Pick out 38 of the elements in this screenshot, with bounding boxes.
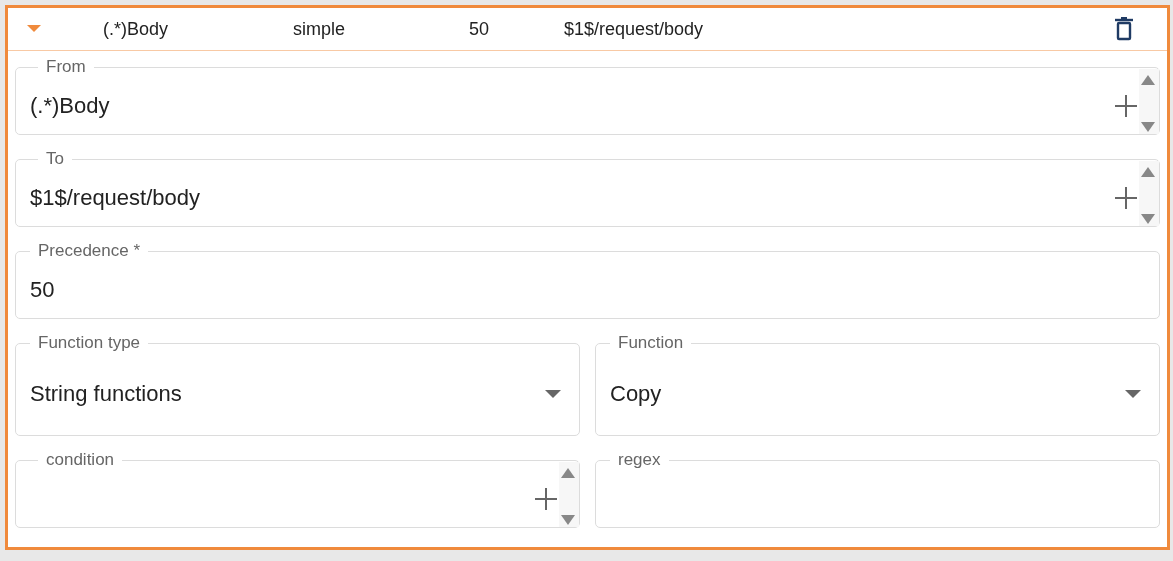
delete-icon[interactable] xyxy=(1115,17,1133,41)
field-value: 50 xyxy=(30,276,56,303)
field-label: condition xyxy=(45,450,116,470)
up-arrow-icon[interactable] xyxy=(561,468,575,478)
input-field[interactable]: To $1$/request/body xyxy=(15,149,1160,227)
field-label: From xyxy=(45,57,87,77)
header-cell-text: 50 xyxy=(469,18,491,40)
header-cell-text: $1$/request/body xyxy=(564,18,705,40)
field-label: Function xyxy=(617,333,685,353)
field-label: Precedence * xyxy=(37,241,142,261)
plus-icon[interactable] xyxy=(535,487,557,510)
scroll-spinner[interactable] xyxy=(1139,161,1159,226)
input-field[interactable]: Precedence * 50 xyxy=(15,241,1160,319)
down-arrow-icon[interactable] xyxy=(1141,122,1155,132)
field-value: Copy xyxy=(610,381,663,407)
caret-down-icon[interactable] xyxy=(1125,390,1141,398)
up-arrow-icon[interactable] xyxy=(1141,75,1155,85)
header-cell-text: (.*)Body xyxy=(103,18,170,40)
select-field[interactable]: Function type String functions xyxy=(15,333,580,436)
rule-header[interactable]: (.*)Body simple 50 $1$/request/body xyxy=(8,8,1167,51)
down-arrow-icon[interactable] xyxy=(1141,214,1155,224)
up-arrow-icon[interactable] xyxy=(1141,167,1155,177)
field-label: To xyxy=(45,149,65,169)
scroll-spinner[interactable] xyxy=(559,462,579,527)
caret-down-icon[interactable] xyxy=(545,390,561,398)
input-field[interactable]: condition xyxy=(15,450,580,528)
field-value: (.*)Body xyxy=(30,92,111,119)
scroll-spinner[interactable] xyxy=(1139,69,1159,134)
plus-icon[interactable] xyxy=(1115,94,1137,117)
input-field[interactable]: From (.*)Body xyxy=(15,57,1160,135)
field-value: String functions xyxy=(30,381,183,407)
field-label: regex xyxy=(617,450,662,470)
down-arrow-icon[interactable] xyxy=(561,515,575,525)
header-cell-text: simple xyxy=(293,18,346,40)
plus-icon[interactable] xyxy=(1115,186,1137,209)
field-label: Function type xyxy=(37,333,142,353)
field-value: $1$/request/body xyxy=(30,184,202,211)
select-field[interactable]: Function Copy xyxy=(595,333,1160,436)
